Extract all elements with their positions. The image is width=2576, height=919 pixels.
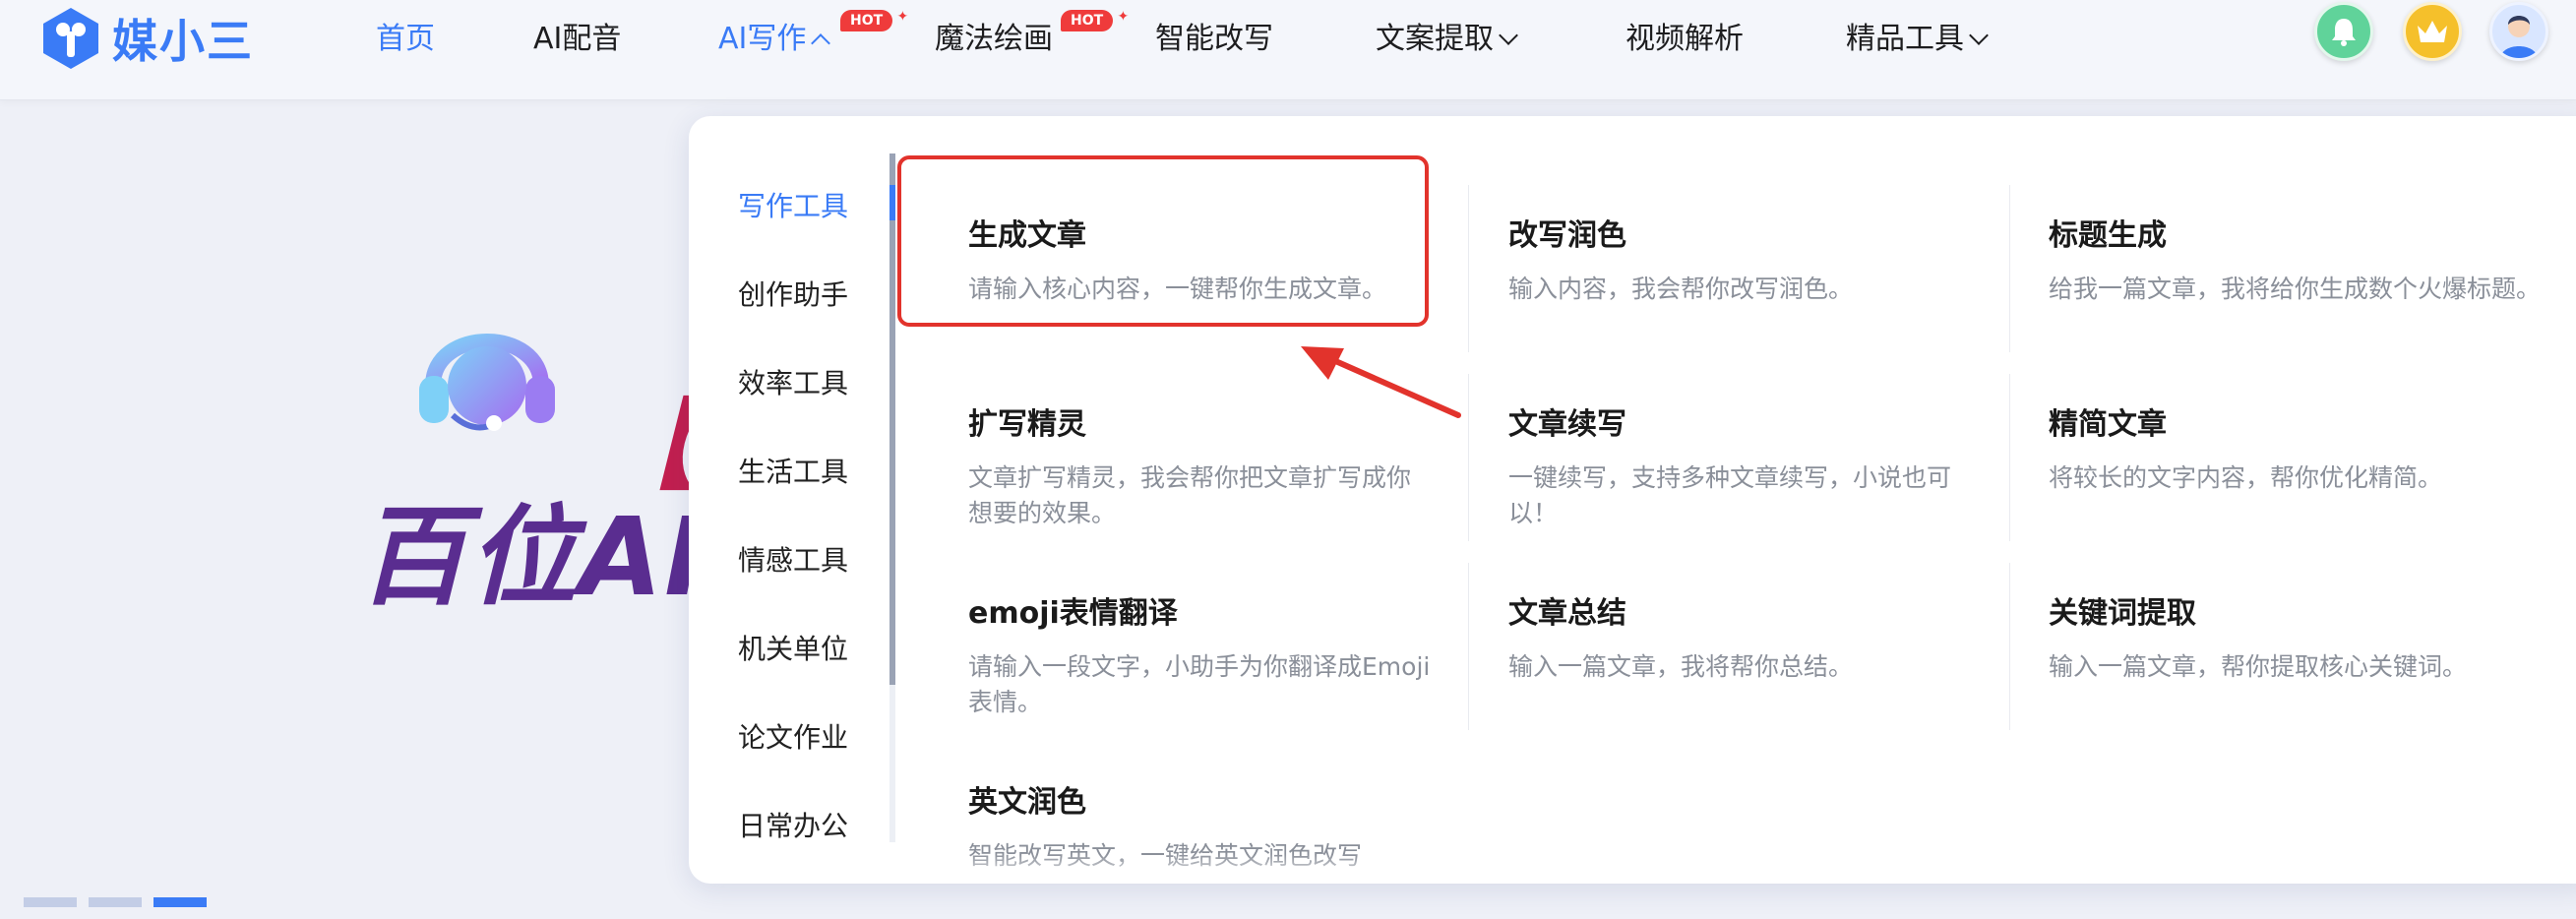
tool-name: 关键词提取 — [2049, 596, 2196, 631]
category-creation-assistant[interactable]: 创作助手 — [738, 274, 848, 313]
nav-copy-extract-label: 文案提取 — [1376, 22, 1494, 56]
brand-name: 媒小三 — [112, 15, 254, 68]
hot-badge: HOT — [840, 6, 908, 31]
top-navigation-bar: 媒小三 首页 AI配音 AI写作 HOT 魔法绘画 HOT 智能改写 文案提取 … — [0, 0, 2576, 100]
user-avatar[interactable] — [2489, 2, 2548, 61]
category-list: 写作工具 创作助手 效率工具 生活工具 情感工具 机关单位 论文作业 日常办公 — [689, 116, 895, 884]
vip-crown-button[interactable] — [2403, 2, 2462, 61]
tool-rewrite-polish[interactable]: 改写润色 输入内容，我会帮你改写润色。 — [1508, 211, 2000, 307]
column-divider — [1468, 563, 1469, 730]
avatar-icon — [2500, 16, 2538, 58]
nav-video-parse[interactable]: 视频解析 — [1625, 14, 1744, 57]
chevron-down-icon — [1969, 26, 1989, 45]
column-divider — [2009, 374, 2010, 541]
nav-magic-painting-label: 魔法绘画 — [935, 22, 1053, 56]
nav-ai-writing-label: AI写作 — [718, 22, 807, 56]
tool-simplify-article[interactable]: 精简文章 将较长的文字内容，帮你优化精简。 — [2049, 399, 2560, 496]
tool-name: 文章总结 — [1508, 596, 1626, 631]
tool-emoji-translate[interactable]: emoji表情翻译 请输入一段文字，小助手为你翻译成Emoji表情。 — [968, 588, 1431, 720]
nav-ai-dubbing[interactable]: AI配音 — [533, 14, 621, 57]
category-writing-tools[interactable]: 写作工具 — [738, 185, 848, 224]
column-divider — [2009, 563, 2010, 730]
tool-name: 改写润色 — [1508, 218, 1626, 253]
tool-desc: 给我一篇文章，我将给你生成数个火爆标题。 — [2049, 275, 2542, 303]
nav-premium-tools-label: 精品工具 — [1846, 22, 1964, 56]
nav-smart-rewrite-label: 智能改写 — [1155, 22, 1273, 56]
nav-ai-writing[interactable]: AI写作 HOT — [718, 6, 908, 57]
column-divider — [1468, 185, 1469, 352]
tool-name: 精简文章 — [2049, 407, 2167, 442]
tool-title-generation[interactable]: 标题生成 给我一篇文章，我将给你生成数个火爆标题。 — [2049, 211, 2560, 307]
carousel-indicators — [24, 897, 207, 907]
tool-desc: 文章扩写精灵，我会帮你把文章扩写成你想要的效果。 — [968, 463, 1412, 527]
tool-article-continue[interactable]: 文章续写 一键续写，支持多种文章续写，小说也可以！ — [1508, 399, 1971, 531]
logo-mark-icon — [43, 8, 98, 69]
category-scrollbar-thumb[interactable] — [889, 153, 895, 685]
tool-name: 英文润色 — [968, 785, 1086, 820]
tool-desc: 输入一篇文章，我将帮你总结。 — [1508, 652, 1854, 681]
tool-article-summary[interactable]: 文章总结 输入一篇文章，我将帮你总结。 — [1508, 588, 2000, 685]
notification-bell-button[interactable] — [2314, 2, 2373, 61]
tool-name: emoji表情翻译 — [968, 596, 1178, 631]
tool-desc: 输入内容，我会帮你改写润色。 — [1508, 275, 1854, 303]
category-life-tools[interactable]: 生活工具 — [738, 451, 848, 490]
tool-name: 标题生成 — [2049, 218, 2167, 253]
bell-icon — [2332, 19, 2356, 46]
carousel-dot[interactable] — [24, 897, 77, 907]
list-fade — [935, 854, 2576, 884]
headset-icon — [419, 334, 555, 431]
column-divider — [1468, 374, 1469, 541]
tool-desc: 将较长的文字内容，帮你优化精简。 — [2049, 463, 2443, 492]
nav-copy-extract[interactable]: 文案提取 — [1376, 14, 1518, 57]
tool-keyword-extract[interactable]: 关键词提取 输入一篇文章，帮你提取核心关键词。 — [2049, 588, 2560, 685]
nav-home[interactable]: 首页 — [376, 14, 435, 57]
active-category-indicator — [889, 185, 895, 220]
column-divider — [2009, 185, 2010, 352]
chevron-up-icon — [811, 33, 831, 53]
highlight-box — [897, 155, 1429, 327]
tool-desc: 输入一篇文章，帮你提取核心关键词。 — [2049, 652, 2468, 681]
nav-home-label: 首页 — [376, 22, 435, 56]
hot-badge: HOT — [1061, 6, 1129, 31]
chevron-down-icon — [1499, 26, 1518, 45]
nav-ai-dubbing-label: AI配音 — [533, 22, 622, 56]
nav-smart-rewrite[interactable]: 智能改写 — [1155, 14, 1273, 57]
tool-desc: 请输入一段文字，小助手为你翻译成Emoji表情。 — [968, 652, 1431, 716]
carousel-dot[interactable] — [89, 897, 142, 907]
category-daily-office[interactable]: 日常办公 — [738, 805, 848, 844]
annotation-arrow-icon — [1301, 346, 1461, 418]
category-government[interactable]: 机关单位 — [738, 628, 848, 667]
brand-logo[interactable]: 媒小三 — [39, 4, 254, 73]
carousel-dot-active[interactable] — [153, 897, 207, 907]
tool-desc: 一键续写，支持多种文章续写，小说也可以！ — [1508, 463, 1952, 527]
nav-premium-tools[interactable]: 精品工具 — [1846, 14, 1989, 57]
category-efficiency-tools[interactable]: 效率工具 — [738, 362, 848, 401]
tool-name: 文章续写 — [1508, 407, 1626, 442]
nav-magic-painting[interactable]: 魔法绘画 HOT — [935, 6, 1129, 57]
nav-video-parse-label: 视频解析 — [1625, 22, 1744, 56]
category-emotion-tools[interactable]: 情感工具 — [738, 539, 848, 579]
category-thesis-homework[interactable]: 论文作业 — [738, 716, 848, 756]
crown-icon — [2418, 21, 2447, 42]
